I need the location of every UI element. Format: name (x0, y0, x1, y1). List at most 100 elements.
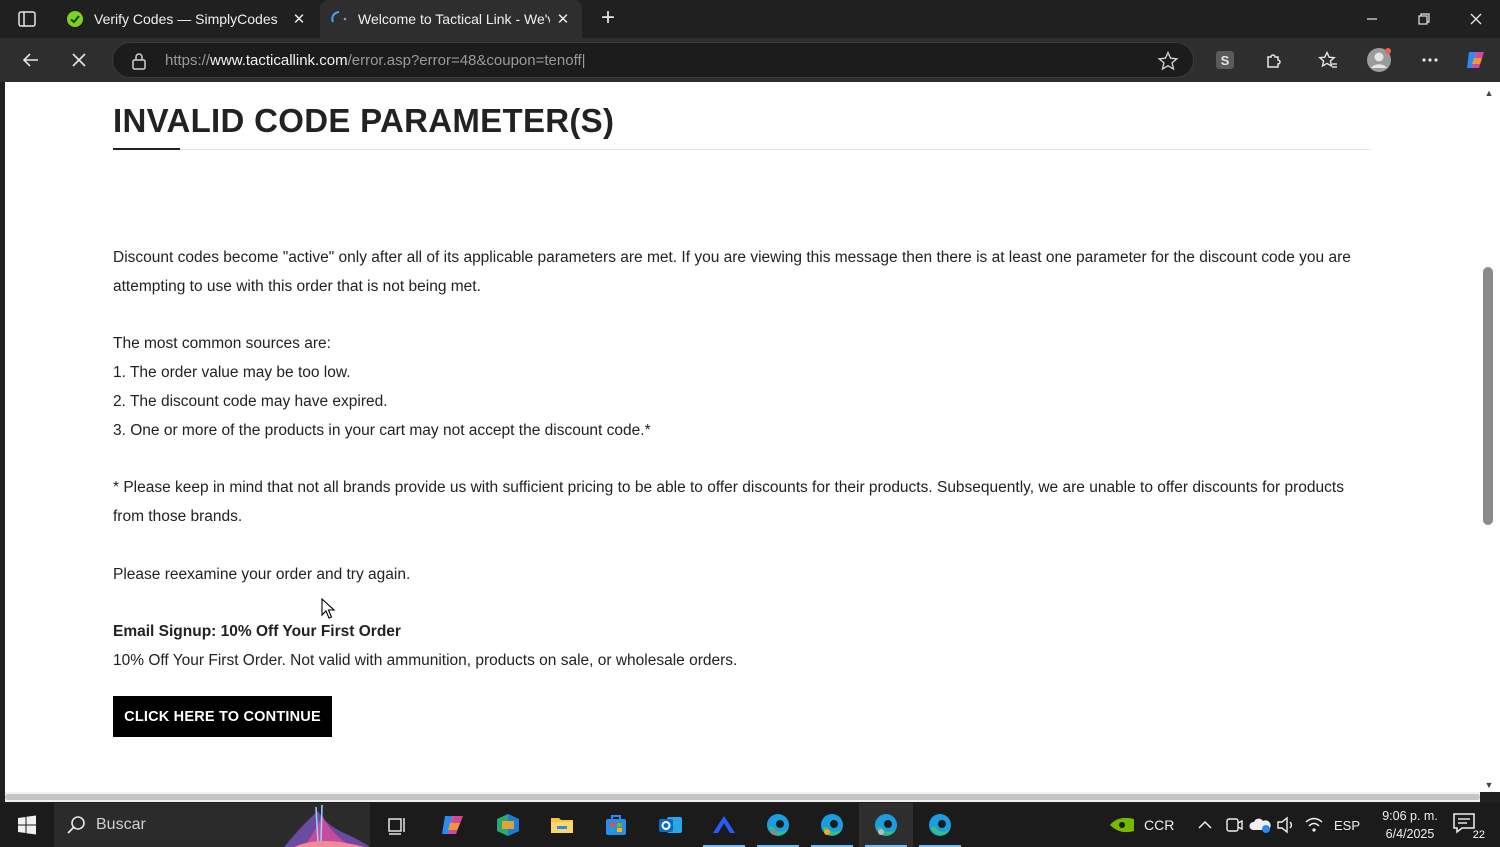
tab-strip: Verify Codes — SimplyCodes ✕ Welcome to … (0, 0, 1500, 38)
minimize-icon (1367, 18, 1377, 20)
notification-center-button[interactable]: 22 (1452, 811, 1486, 841)
copilot-button[interactable] (1459, 43, 1493, 77)
url-scheme: https:// (165, 52, 211, 69)
clock-date: 6/4/2025 (1385, 827, 1435, 841)
scrollbar-thumb[interactable] (1483, 267, 1493, 525)
search-highlight-illustration-icon (284, 804, 370, 847)
horizontal-scrollbar-thumb[interactable] (5, 794, 1480, 800)
taskbar-search[interactable]: Buscar (54, 803, 370, 847)
restore-button[interactable] (1398, 0, 1450, 38)
tab-actions-icon (18, 11, 36, 27)
back-button[interactable] (14, 43, 48, 77)
store-icon (606, 815, 626, 835)
volume-icon[interactable] (1276, 816, 1296, 834)
scroll-down-icon[interactable]: ▼ (1483, 780, 1495, 790)
taskbar-office-app[interactable] (481, 803, 535, 847)
favorite-star-icon[interactable] (1157, 50, 1179, 72)
taskbar-edge-profile-4[interactable] (913, 803, 967, 847)
edge-browser-icon (767, 814, 789, 836)
taskbar-edge-profile-3[interactable] (859, 803, 913, 847)
continue-button[interactable]: CLICK HERE TO CONTINUE (113, 696, 332, 737)
tab-title: Verify Codes — SimplyCodes (94, 11, 278, 27)
system-clock[interactable]: 9:06 p. m. 6/4/2025 (1370, 807, 1450, 843)
minimize-button[interactable] (1346, 0, 1398, 38)
taskbar-file-explorer[interactable] (535, 803, 589, 847)
favorites-icon (1318, 50, 1337, 68)
restore-icon (1418, 13, 1430, 25)
close-window-button[interactable] (1450, 0, 1500, 38)
office-app-icon (497, 814, 519, 836)
copilot-app-icon (442, 816, 463, 834)
lock-icon[interactable] (129, 51, 149, 71)
error-message: Discount codes become "active" only afte… (113, 244, 1363, 676)
tab-close-button[interactable]: ✕ (286, 6, 312, 32)
extensions-icon (1267, 54, 1281, 68)
loading-spinner-icon (330, 10, 348, 28)
browser-toolbar: https://www.tacticallink.com/error.asp?e… (0, 38, 1500, 82)
close-icon (1470, 13, 1482, 25)
favorites-button[interactable] (1311, 43, 1345, 77)
tab-close-button[interactable]: ✕ (550, 6, 576, 32)
promo-description: 10% Off Your First Order. Not valid with… (113, 652, 738, 670)
simplycodes-favicon-icon (66, 10, 84, 28)
source-item: 2. The discount code may have expired. (113, 392, 388, 410)
search-icon (67, 816, 85, 834)
taskbar-copilot-app[interactable] (426, 803, 480, 847)
more-icon (1422, 58, 1438, 62)
onedrive-icon[interactable] (1249, 816, 1271, 834)
vertical-scrollbar[interactable]: ▲ ▼ (1480, 82, 1500, 792)
source-item: 3. One or more of the products in your c… (113, 421, 651, 439)
source-item: 1. The order value may be too low. (113, 364, 351, 382)
taskbar-store[interactable] (589, 803, 643, 847)
more-button[interactable] (1413, 43, 1447, 77)
url-host: www.tacticallink.com (210, 52, 348, 69)
simplycodes-extension-icon: S (1216, 51, 1234, 69)
search-placeholder: Buscar (96, 816, 146, 833)
url-path: /error.asp?error=48&coupon=tenoff| (347, 52, 586, 69)
tray-ccr-label[interactable]: CCR (1144, 803, 1174, 847)
page-title: INVALID CODE PARAMETER(S) (113, 102, 615, 139)
notification-count-badge: 22 (1471, 829, 1486, 841)
nvidia-tray-icon[interactable] (1108, 815, 1136, 835)
intro-paragraph: Discount codes become "active" only afte… (113, 249, 1351, 295)
simplycodes-extension-button[interactable]: S (1208, 43, 1242, 77)
tab-title: Welcome to Tactical Link - We've (358, 11, 550, 27)
tab-tactical-link[interactable]: Welcome to Tactical Link - We've ✕ (320, 0, 582, 38)
taskbar-edge-profile-2[interactable] (805, 803, 859, 847)
mouse-cursor-icon (321, 598, 336, 619)
page-content: INVALID CODE PARAMETER(S) Discount codes… (5, 82, 1480, 792)
back-icon (22, 53, 38, 67)
scroll-up-icon[interactable]: ▲ (1483, 88, 1495, 98)
clock-time: 9:06 p. m. (1382, 809, 1438, 823)
taskbar-outlook[interactable] (643, 803, 697, 847)
windows-taskbar: Buscar CCR ESP 9:06 p. m. 6/4/2025 22 (0, 803, 1500, 847)
url-text[interactable]: https://www.tacticallink.com/error.asp?e… (165, 52, 586, 69)
tab-actions-button[interactable] (10, 6, 44, 32)
outlook-icon (659, 817, 682, 833)
meet-now-icon[interactable] (1225, 816, 1243, 834)
edge-browser-icon (929, 814, 951, 836)
taskbar-edge-profile-1[interactable] (751, 803, 805, 847)
profile-button[interactable] (1362, 43, 1396, 77)
show-hidden-icons-button[interactable] (1198, 803, 1212, 847)
new-tab-button[interactable]: + (594, 6, 622, 32)
horizontal-scrollbar[interactable] (5, 792, 1480, 802)
title-accent-divider (113, 148, 180, 150)
arc-app-icon (713, 816, 735, 833)
taskbar-app-arc[interactable] (697, 803, 751, 847)
language-indicator[interactable]: ESP (1334, 803, 1360, 847)
edge-browser-icon (821, 814, 843, 836)
start-button[interactable] (0, 803, 54, 847)
tab-simplycodes[interactable]: Verify Codes — SimplyCodes ✕ (56, 0, 318, 38)
task-view-button[interactable] (370, 803, 424, 847)
extensions-button[interactable] (1257, 43, 1291, 77)
stop-loading-icon (72, 53, 86, 67)
svg-text:S: S (1221, 53, 1230, 68)
stop-loading-button[interactable] (62, 43, 96, 77)
wifi-icon[interactable] (1304, 816, 1324, 834)
address-bar[interactable]: https://www.tacticallink.com/error.asp?e… (112, 42, 1194, 78)
task-view-icon (388, 818, 405, 835)
promo-title: Email Signup: 10% Off Your First Order (113, 623, 401, 641)
windows-logo-icon (18, 815, 36, 835)
title-divider (113, 149, 1371, 150)
